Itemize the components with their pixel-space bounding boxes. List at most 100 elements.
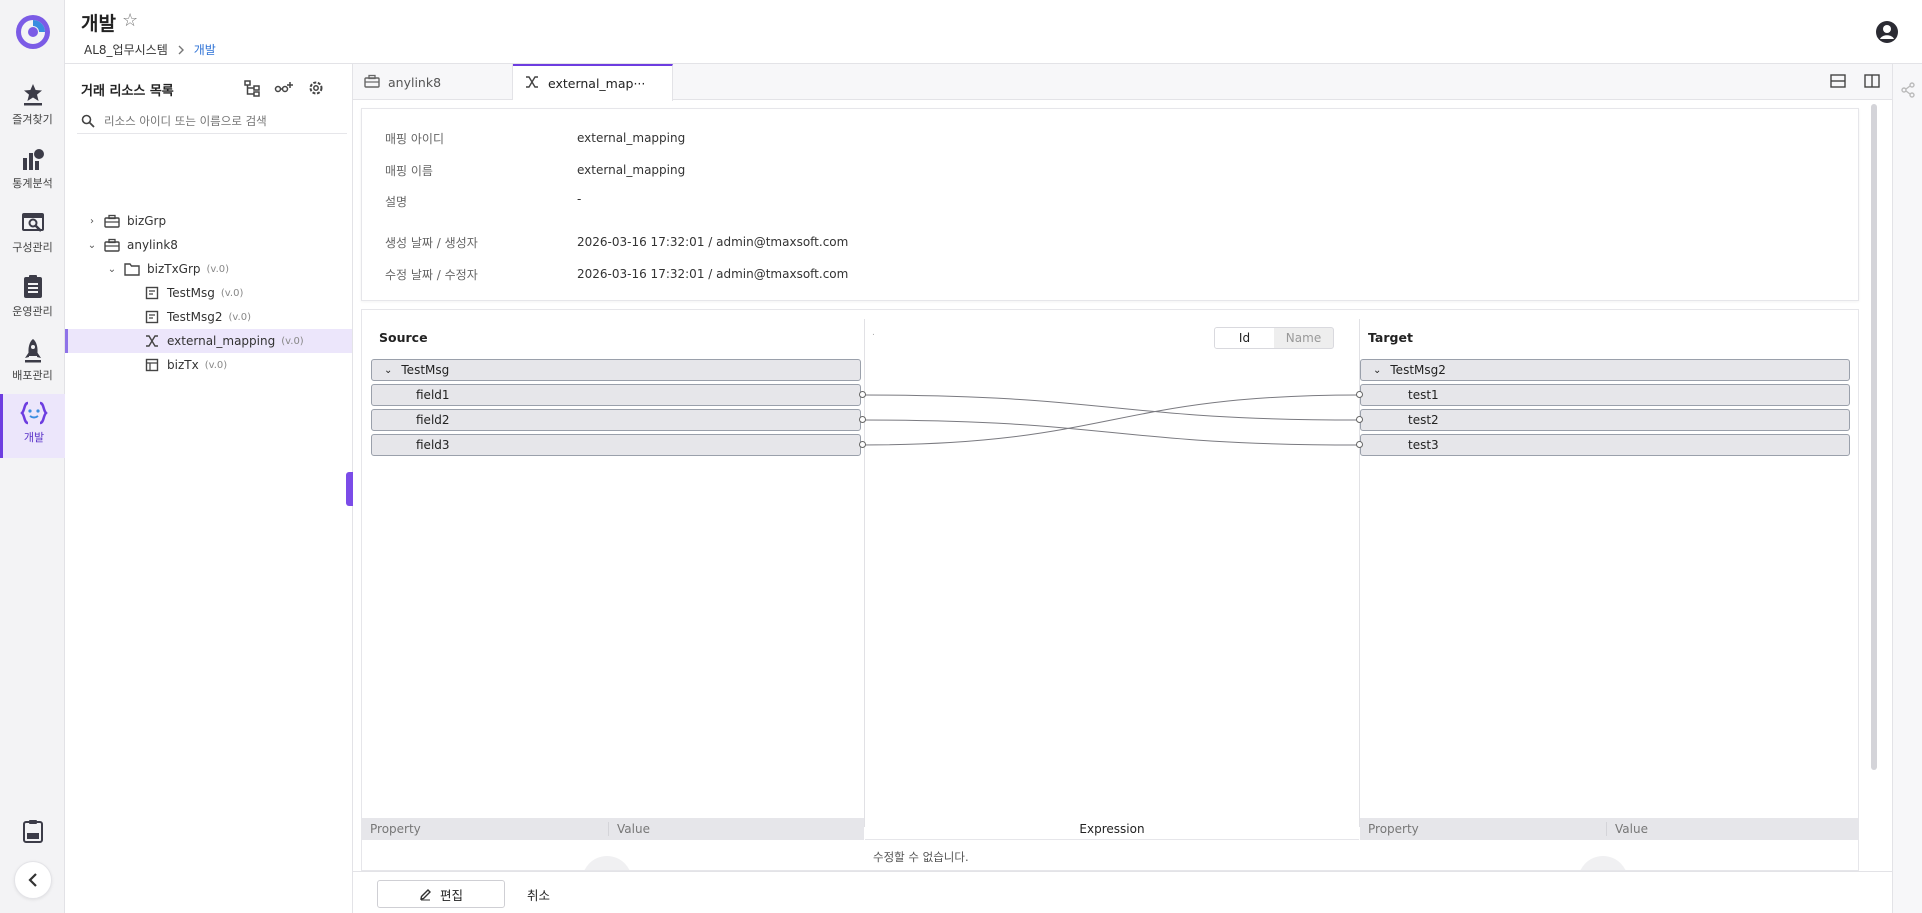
favorite-star-icon[interactable]: ☆ [122, 10, 138, 31]
nav-item-operations[interactable]: 운영관리 [0, 268, 65, 332]
footer-actions: 편집 취소 [353, 871, 1892, 913]
code-braces-icon [20, 401, 48, 425]
tree-structure-icon[interactable] [242, 78, 262, 98]
breadcrumb-item[interactable]: AL8_업무시스템 [84, 41, 168, 58]
target-handle[interactable] [1356, 441, 1363, 448]
briefcase-icon [364, 74, 380, 91]
tree-item-TestMsg[interactable]: TestMsg (v.0) [65, 281, 352, 305]
tree-item-bizGrp[interactable]: › bizGrp [65, 209, 352, 233]
search-input[interactable] [104, 113, 324, 128]
mapping-link-field2-test3[interactable] [861, 419, 1360, 446]
expression-note: 수정할 수 없습니다. [873, 850, 969, 864]
nav-label: 운영관리 [12, 305, 53, 318]
nav-label: 구성관리 [12, 241, 53, 254]
tree-item-external-mapping[interactable]: external_mapping (v.0) [65, 329, 352, 353]
statistics-icon [22, 149, 44, 170]
chevron-down-icon[interactable]: ⌄ [85, 240, 99, 251]
chevron-right-icon [178, 45, 184, 54]
tree-item-bizTxGrp[interactable]: ⌄ bizTxGrp (v.0) [65, 257, 352, 281]
page-header: 개발 ☆ AL8_업무시스템 개발 [65, 0, 1922, 64]
tree-item-label: bizGrp [127, 214, 167, 228]
left-nav: 즐겨찾기 통계분석 구성관리 운영관리 배포관리 개발 [0, 0, 65, 913]
add-link-icon[interactable] [274, 78, 294, 98]
right-rail [1892, 64, 1922, 913]
info-label: 매핑 아이디 [385, 132, 445, 146]
chevron-right-icon[interactable]: › [85, 216, 99, 227]
sidebar-title: 거래 리소스 목록 [81, 84, 174, 99]
tree-item-bizTx[interactable]: bizTx (v.0) [65, 353, 352, 377]
user-account-icon[interactable] [1875, 20, 1899, 44]
source-handle[interactable] [859, 391, 866, 398]
tree-item-anylink8[interactable]: ⌄ anylink8 [65, 233, 352, 257]
message-icon [143, 286, 161, 300]
info-value: 2026-03-16 17:32:01 / admin@tmaxsoft.com [577, 267, 849, 281]
resource-search [77, 108, 347, 134]
breadcrumb-current[interactable]: 개발 [194, 41, 216, 58]
empty-placeholder-icon [582, 856, 632, 870]
expression-header: Expression [865, 818, 1359, 840]
log-icon[interactable] [22, 819, 44, 843]
tree-item-TestMsg2[interactable]: TestMsg2 (v.0) [65, 305, 352, 329]
app-logo-icon [16, 15, 50, 49]
info-label: 생성 날짜 / 생성자 [385, 236, 478, 250]
edit-label: 편집 [439, 887, 463, 903]
empty-placeholder-icon [1578, 856, 1628, 870]
tree-item-version: (v.0) [206, 263, 230, 275]
content-scrollbar[interactable] [1871, 104, 1877, 770]
mapping-editor: Source Target . Id Name ⌄ TestMsg field1… [361, 309, 1859, 871]
layout-toggle-group [1830, 74, 1880, 88]
info-value: - [577, 192, 582, 206]
mapping-links [861, 394, 1360, 446]
nav-item-statistics[interactable]: 통계분석 [0, 140, 65, 204]
nav-item-deploy[interactable]: 배포관리 [0, 332, 65, 396]
nav-item-development[interactable]: 개발 [0, 394, 65, 458]
tree-item-label: anylink8 [127, 238, 178, 252]
target-handle[interactable] [1356, 391, 1363, 398]
tab-anylink8[interactable]: anylink8 [353, 64, 513, 100]
target-property-header: Property Value [1360, 818, 1858, 840]
info-label: 설명 [385, 195, 408, 209]
value-column: Value [617, 822, 650, 836]
transaction-icon [143, 358, 161, 372]
cancel-button[interactable]: 취소 [527, 880, 550, 908]
tree-item-version: (v.0) [204, 359, 228, 371]
split-horizontal-icon[interactable] [1830, 74, 1846, 88]
sidebar-resize-handle[interactable] [346, 472, 353, 506]
collapse-nav-button[interactable] [14, 861, 52, 899]
gear-icon[interactable] [306, 78, 326, 98]
tree-item-label: external_mapping [167, 334, 276, 348]
target-handle[interactable] [1356, 416, 1363, 423]
info-value: external_mapping [577, 131, 686, 145]
tab-label: anylink8 [388, 74, 442, 90]
info-value: 2026-03-16 17:32:01 / admin@tmaxsoft.com [577, 235, 849, 249]
info-value: external_mapping [577, 163, 686, 177]
resource-sidebar: 거래 리소스 목록 › bizGrp ⌄ anylink8 ⌄ bizTxGrp… [65, 64, 353, 913]
message-icon [143, 310, 161, 324]
tree-item-label: bizTxGrp [147, 262, 201, 276]
tree-item-label: TestMsg [167, 286, 215, 300]
share-nodes-icon[interactable] [1900, 82, 1916, 98]
mapping-icon [143, 334, 161, 348]
edit-button[interactable]: 편집 [377, 880, 505, 908]
page-title: 개발 [81, 13, 116, 35]
deploy-rocket-icon [24, 339, 41, 363]
tree-item-version: (v.0) [220, 287, 244, 299]
source-handle[interactable] [859, 441, 866, 448]
favorites-icon [23, 84, 42, 106]
info-label: 수정 날짜 / 수정자 [385, 268, 478, 282]
editor-tabs: anylink8 external_map··· [353, 64, 1892, 101]
nav-item-configuration[interactable]: 구성관리 [0, 204, 65, 268]
split-vertical-icon[interactable] [1864, 74, 1880, 88]
sidebar-toolbar [242, 78, 326, 98]
briefcase-icon [103, 238, 121, 252]
tab-external-mapping[interactable]: external_map··· [513, 64, 673, 101]
chevron-down-icon[interactable]: ⌄ [105, 264, 119, 275]
nav-item-favorites[interactable]: 즐겨찾기 [0, 76, 65, 140]
source-handle[interactable] [859, 416, 866, 423]
folder-icon [123, 262, 141, 276]
nav-label: 배포관리 [12, 369, 53, 382]
info-label: 매핑 이름 [385, 164, 433, 178]
mapping-info-panel: 매핑 아이디 external_mapping 매핑 이름 external_m… [361, 108, 1859, 301]
mapping-link-field1-test2[interactable] [861, 394, 1360, 421]
mapping-link-field3-test1[interactable] [861, 394, 1360, 446]
